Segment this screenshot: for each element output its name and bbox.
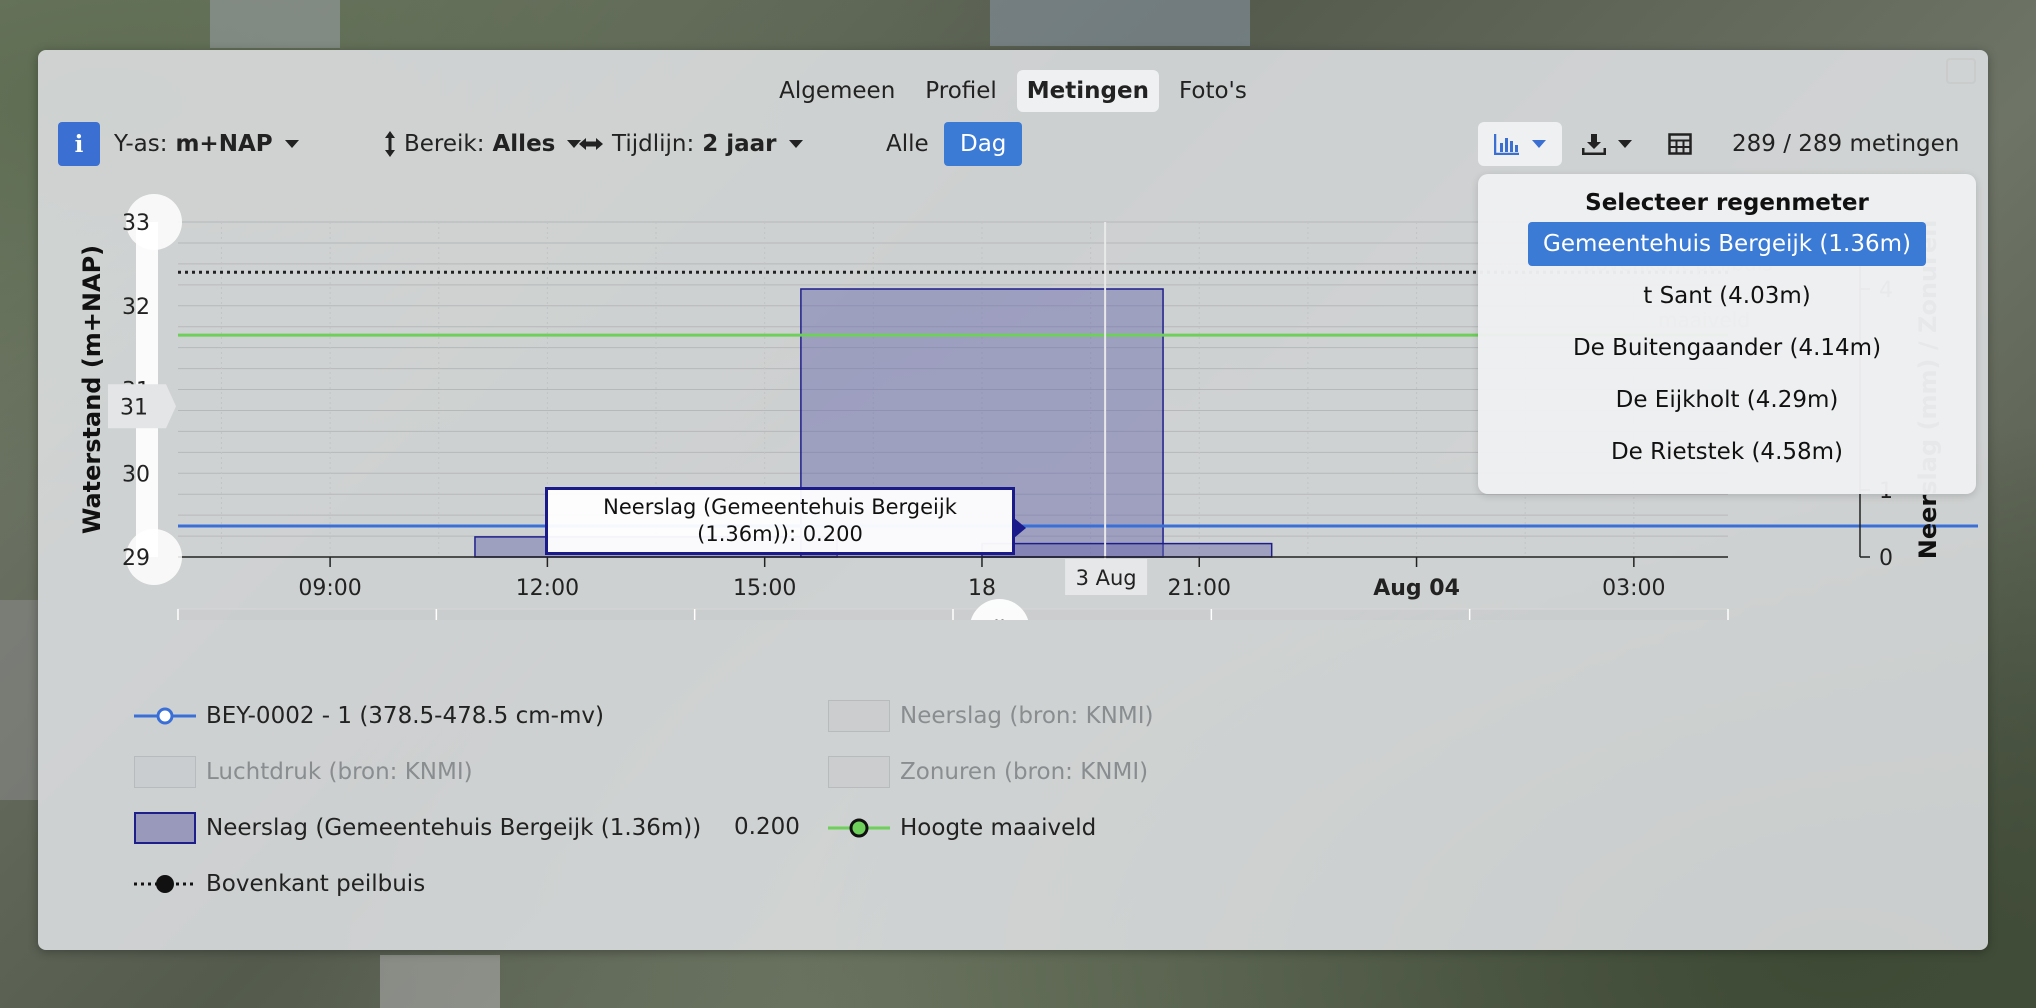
- navigator-label: 2024: [184, 618, 242, 620]
- x-tick-label: 12:00: [516, 576, 579, 601]
- tab-metingen[interactable]: Metingen: [1016, 70, 1159, 112]
- tab-algemeen[interactable]: Algemeen: [769, 70, 905, 112]
- legend-item-neerslag-gemeentehuis[interactable]: Neerslag (Gemeentehuis Bergeijk (1.36m)): [134, 812, 701, 844]
- rain-gauge-option[interactable]: t Sant (4.03m): [1527, 274, 1927, 318]
- legend-line-marker-icon: [134, 707, 196, 725]
- timeline-selector[interactable]: Tijdlijn: 2 jaar: [578, 122, 803, 166]
- caret-down-icon: [1532, 140, 1546, 148]
- crosshair-label: 3 Aug: [1076, 566, 1137, 590]
- legend-item-luchtdruk[interactable]: Luchtdruk (bron: KNMI): [134, 756, 473, 788]
- measurements-panel: Algemeen Profiel Metingen Foto's i Y-as:…: [38, 50, 1988, 950]
- navigator-label: 2025: [701, 618, 759, 620]
- rain-gauge-dropdown: Selecteer regenmeter Gemeentehuis Bergei…: [1478, 174, 1976, 494]
- x-tick-label: 09:00: [298, 576, 361, 601]
- dropdown-title: Selecteer regenmeter: [1585, 190, 1869, 216]
- yaxis-selector[interactable]: Y-as: m+NAP: [114, 122, 299, 166]
- y-tick-label: 32: [122, 295, 150, 320]
- legend-item-zonuren[interactable]: Zonuren (bron: KNMI): [828, 756, 1148, 788]
- vertical-arrows-icon: [385, 131, 395, 157]
- y-tick-label: 33: [122, 211, 150, 236]
- map-building: [380, 955, 500, 1008]
- x-tick-label: 18: [968, 576, 996, 601]
- legend-label: BEY-0002 - 1 (378.5-478.5 cm-mv): [206, 703, 604, 729]
- y-axis-title: Waterstand (m+NAP): [78, 245, 106, 534]
- table-icon: [1668, 133, 1692, 155]
- chart-type-button[interactable]: [1478, 122, 1562, 166]
- x-tick-label: Aug 04: [1373, 576, 1460, 601]
- y2-tick-label: 0: [1879, 546, 1893, 571]
- table-view-button[interactable]: [1668, 122, 1692, 166]
- legend-item-bovenkant[interactable]: Bovenkant peilbuis: [134, 868, 425, 900]
- tooltip-line1: Neerslag (Gemeentehuis Bergeijk: [603, 495, 957, 519]
- map-building: [0, 600, 38, 800]
- y-tick-label: 29: [122, 546, 150, 571]
- legend-label: Neerslag (bron: KNMI): [900, 703, 1154, 729]
- range-value: Alles: [492, 131, 556, 157]
- caret-down-icon: [788, 140, 803, 148]
- rain-gauge-option[interactable]: De Rietstek (4.58m): [1527, 430, 1927, 474]
- navigator-handle: [970, 599, 1029, 620]
- day-button[interactable]: Dag: [944, 122, 1023, 166]
- caret-down-icon: [1618, 140, 1632, 148]
- legend-label: Hoogte maaiveld: [900, 815, 1097, 841]
- tooltip-line2: (1.36m)): 0.200: [697, 522, 863, 546]
- legend-item-neerslag-knmi[interactable]: Neerslag (bron: KNMI): [828, 700, 1153, 732]
- y-value-label: 31: [120, 395, 148, 420]
- y-tick-label: 30: [122, 462, 150, 487]
- range-label: Bereik:: [404, 131, 485, 157]
- map-building: [990, 0, 1250, 46]
- legend-label: Neerslag (Gemeentehuis Bergeijk (1.36m)): [206, 815, 702, 841]
- chart-tooltip: Neerslag (Gemeentehuis Bergeijk (1.36m))…: [545, 487, 1026, 555]
- legend-label: Bovenkant peilbuis: [206, 871, 426, 897]
- legend-swatch: [828, 756, 890, 788]
- yaxis-value: m+NAP: [175, 131, 273, 157]
- caret-down-icon: [284, 140, 299, 148]
- timeline-label: Tijdlijn:: [612, 131, 695, 157]
- navigator-label: Jul: [440, 618, 467, 620]
- navigator-label: Jul: [1474, 618, 1501, 620]
- x-tick-label: 15:00: [733, 576, 796, 601]
- legend-item-bey0002[interactable]: BEY-0002 - 1 (378.5-478.5 cm-mv): [134, 700, 604, 732]
- legend-swatch: [828, 700, 890, 732]
- rain-bar: [981, 542, 1273, 558]
- legend-dotted-marker-icon: [134, 875, 196, 893]
- bar-chart-icon: [1494, 134, 1519, 155]
- legend-line-marker-icon: [828, 818, 890, 838]
- legend-swatch: [134, 756, 196, 788]
- x-tick-label: 21:00: [1168, 576, 1231, 601]
- legend-label: Zonuren (bron: KNMI): [900, 759, 1149, 785]
- legend-label: Luchtdruk (bron: KNMI): [206, 759, 473, 785]
- tab-bar: Algemeen Profiel Metingen Foto's: [38, 70, 1988, 112]
- horizontal-arrows-icon: [579, 138, 603, 150]
- rain-gauge-option[interactable]: Gemeentehuis Bergeijk (1.36m): [1528, 222, 1926, 266]
- timeline-value: 2 jaar: [702, 131, 777, 157]
- yaxis-label: Y-as:: [114, 131, 168, 157]
- legend-item-maaiveld[interactable]: Hoogte maaiveld: [828, 812, 1096, 844]
- tab-fotos[interactable]: Foto's: [1169, 70, 1257, 112]
- rain-gauge-option[interactable]: De Buitengaander (4.14m): [1527, 326, 1927, 370]
- info-button[interactable]: i: [58, 122, 100, 166]
- tab-profiel[interactable]: Profiel: [915, 70, 1007, 112]
- download-icon: [1582, 134, 1606, 155]
- legend-swatch: [134, 812, 196, 844]
- rain-gauge-option[interactable]: De Eijkholt (4.29m): [1527, 378, 1927, 422]
- range-selector[interactable]: Bereik: Alles: [384, 122, 582, 166]
- measurement-count: 289 / 289 metingen: [1732, 131, 1960, 157]
- x-tick-label: 03:00: [1602, 576, 1665, 601]
- download-button[interactable]: [1582, 122, 1632, 166]
- map-building: [210, 0, 340, 48]
- tooltip-pointer: [1014, 518, 1026, 538]
- chart-toolbar: i Y-as: m+NAP Bereik: Alles Tijdlijn: 2 …: [58, 122, 1978, 166]
- all-button[interactable]: Alle: [886, 122, 929, 166]
- legend-value: 0.200: [734, 814, 800, 840]
- navigator-label: 2026: [1217, 618, 1275, 620]
